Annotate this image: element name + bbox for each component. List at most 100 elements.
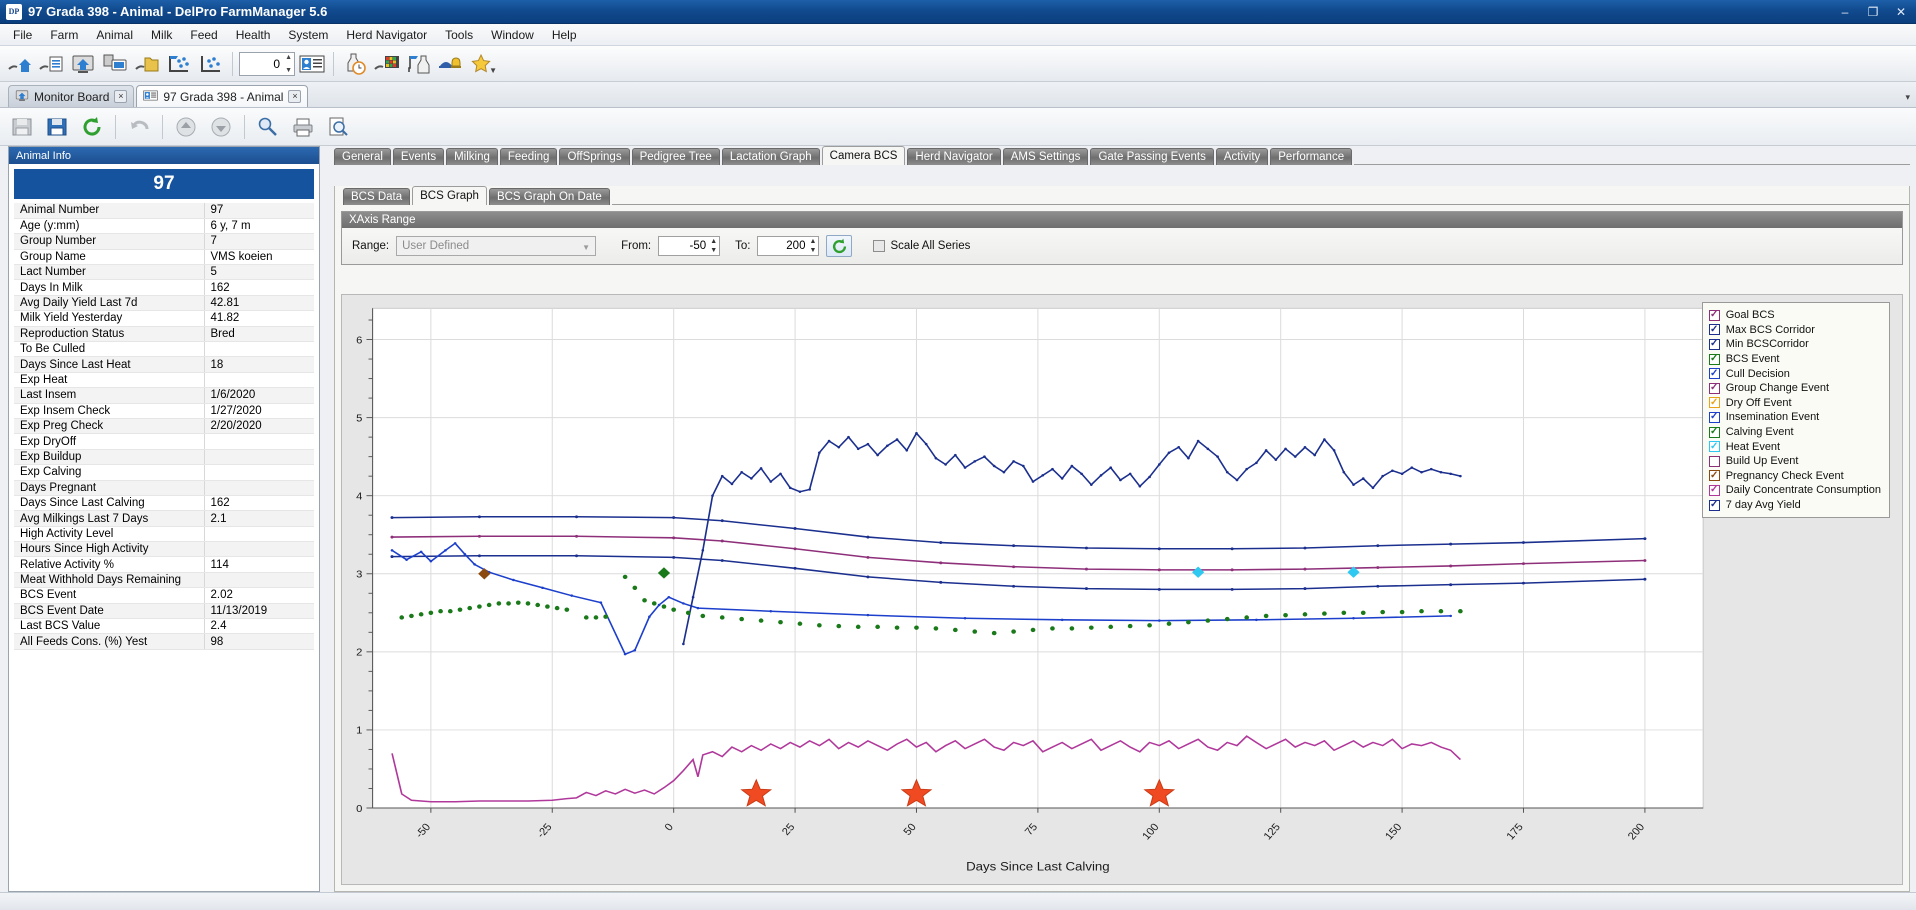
table-row[interactable]: Age (y:mm)6 y, 7 m bbox=[14, 218, 314, 233]
tab-lactation-graph[interactable]: Lactation Graph bbox=[722, 148, 820, 165]
cow-list-icon[interactable] bbox=[36, 49, 66, 79]
menu-tools[interactable]: Tools bbox=[436, 25, 482, 45]
legend-checkbox[interactable]: ✓ bbox=[1709, 339, 1720, 350]
table-row[interactable]: BCS Event2.02 bbox=[14, 588, 314, 603]
legend-item[interactable]: Build Up Event bbox=[1709, 454, 1881, 469]
legend-item[interactable]: ✓Min BCSCorridor bbox=[1709, 337, 1881, 352]
table-row[interactable]: Group Number7 bbox=[14, 234, 314, 249]
chevron-down-icon[interactable]: ▾ bbox=[1905, 92, 1910, 103]
legend-checkbox[interactable]: ✓ bbox=[1709, 485, 1720, 496]
tab-camera-bcs[interactable]: Camera BCS bbox=[822, 146, 906, 165]
print-icon[interactable] bbox=[287, 111, 319, 143]
table-row[interactable]: Exp Calving bbox=[14, 465, 314, 480]
up-arrow-icon[interactable] bbox=[170, 111, 202, 143]
computer-icon[interactable] bbox=[100, 49, 130, 79]
legend-item[interactable]: ✓Daily Concentrate Consumption bbox=[1709, 483, 1881, 498]
refresh-button[interactable] bbox=[826, 235, 852, 257]
tab-milking[interactable]: Milking bbox=[446, 148, 498, 165]
close-icon[interactable]: × bbox=[114, 90, 127, 103]
table-row[interactable]: Exp DryOff bbox=[14, 434, 314, 449]
close-icon[interactable]: × bbox=[288, 90, 301, 103]
subtab-bcs-data[interactable]: BCS Data bbox=[343, 188, 410, 205]
to-stepper[interactable]: ▲▼ bbox=[810, 238, 817, 254]
bell-hat-icon[interactable] bbox=[436, 49, 466, 79]
color-grid-cow-icon[interactable] bbox=[372, 49, 402, 79]
table-row[interactable]: Days Since Last Heat18 bbox=[14, 357, 314, 372]
legend-checkbox[interactable]: ✓ bbox=[1709, 310, 1720, 321]
legend-checkbox[interactable]: ✓ bbox=[1709, 383, 1720, 394]
table-row[interactable]: Last BCS Value2.4 bbox=[14, 619, 314, 634]
legend-item[interactable]: ✓Calving Event bbox=[1709, 425, 1881, 440]
menu-farm[interactable]: Farm bbox=[41, 25, 87, 45]
menu-help[interactable]: Help bbox=[543, 25, 586, 45]
menu-file[interactable]: File bbox=[4, 25, 41, 45]
star-favorites-icon[interactable]: ▼ bbox=[468, 49, 498, 79]
home-cow-icon[interactable] bbox=[4, 49, 34, 79]
range-select[interactable]: User Defined ▼ bbox=[396, 236, 596, 256]
table-row[interactable]: Exp Heat bbox=[14, 372, 314, 387]
tab-feeding[interactable]: Feeding bbox=[500, 148, 558, 165]
table-row[interactable]: Relative Activity %114 bbox=[14, 557, 314, 572]
tab-herd-navigator[interactable]: Herd Navigator bbox=[907, 148, 1000, 165]
table-row[interactable]: Group NameVMS koeien bbox=[14, 249, 314, 264]
table-row[interactable]: Last Insem1/6/2020 bbox=[14, 388, 314, 403]
menu-window[interactable]: Window bbox=[482, 25, 543, 45]
close-button[interactable]: ✕ bbox=[1888, 2, 1914, 22]
legend-checkbox[interactable]: ✓ bbox=[1709, 470, 1720, 481]
legend-item[interactable]: ✓Goal BCS bbox=[1709, 308, 1881, 323]
legend-checkbox[interactable]: ✓ bbox=[1709, 412, 1720, 423]
table-row[interactable]: Milk Yield Yesterday41.82 bbox=[14, 311, 314, 326]
menu-milk[interactable]: Milk bbox=[142, 25, 181, 45]
table-row[interactable]: BCS Event Date11/13/2019 bbox=[14, 603, 314, 618]
tab-events[interactable]: Events bbox=[393, 148, 444, 165]
table-row[interactable]: All Feeds Cons. (%) Yest98 bbox=[14, 634, 314, 649]
subtab-bcs-graph-on-date[interactable]: BCS Graph On Date bbox=[489, 188, 610, 205]
table-row[interactable]: To Be Culled bbox=[14, 342, 314, 357]
home-screen-icon[interactable] bbox=[68, 49, 98, 79]
refresh-icon[interactable] bbox=[76, 111, 108, 143]
legend-checkbox[interactable]: ✓ bbox=[1709, 441, 1720, 452]
legend-item[interactable]: ✓BCS Event bbox=[1709, 352, 1881, 367]
menu-health[interactable]: Health bbox=[227, 25, 280, 45]
down-arrow-icon[interactable] bbox=[205, 111, 237, 143]
tab-offsprings[interactable]: OffSprings bbox=[559, 148, 629, 165]
scale-all-series-checkbox[interactable]: Scale All Series bbox=[873, 240, 970, 252]
from-input[interactable]: -50 ▲▼ bbox=[658, 236, 720, 256]
table-row[interactable]: Exp Insem Check1/27/2020 bbox=[14, 403, 314, 418]
save-all-icon[interactable] bbox=[41, 111, 73, 143]
bcs-chart[interactable]: 0123456-50-250255075100125150175200Days … bbox=[341, 294, 1903, 885]
legend-item[interactable]: ✓Group Change Event bbox=[1709, 381, 1881, 396]
minimize-button[interactable]: – bbox=[1832, 2, 1858, 22]
legend-item[interactable]: ✓Max BCS Corridor bbox=[1709, 323, 1881, 338]
legend-checkbox[interactable] bbox=[1709, 456, 1720, 467]
subtab-bcs-graph[interactable]: BCS Graph bbox=[412, 186, 487, 205]
legend-item[interactable]: ✓Dry Off Event bbox=[1709, 396, 1881, 411]
legend-item[interactable]: ✓Insemination Event bbox=[1709, 410, 1881, 425]
table-row[interactable]: Hours Since High Activity bbox=[14, 542, 314, 557]
menu-herd-navigator[interactable]: Herd Navigator bbox=[337, 25, 436, 45]
table-row[interactable]: Exp Preg Check2/20/2020 bbox=[14, 418, 314, 433]
table-row[interactable]: Avg Milkings Last 7 Days2.1 bbox=[14, 511, 314, 526]
tab-gate-passing-events[interactable]: Gate Passing Events bbox=[1090, 148, 1213, 165]
undo-icon[interactable] bbox=[123, 111, 155, 143]
menu-feed[interactable]: Feed bbox=[181, 25, 226, 45]
save-icon[interactable] bbox=[6, 111, 38, 143]
legend-item[interactable]: ✓Cull Decision bbox=[1709, 366, 1881, 381]
animal-card-icon[interactable] bbox=[297, 49, 327, 79]
table-row[interactable]: Reproduction StatusBred bbox=[14, 326, 314, 341]
legend-item[interactable]: ✓Pregnancy Check Event bbox=[1709, 469, 1881, 484]
legend-item[interactable]: ✓Heat Event bbox=[1709, 439, 1881, 454]
scatter-flag-icon[interactable] bbox=[164, 49, 194, 79]
tab-activity[interactable]: Activity bbox=[1216, 148, 1268, 165]
animal-number-spinner[interactable]: 0 ▲▼ bbox=[239, 52, 295, 76]
doctab-monitor-board[interactable]: Monitor Board × bbox=[8, 85, 134, 107]
legend-checkbox[interactable]: ✓ bbox=[1709, 500, 1720, 511]
legend-checkbox[interactable]: ✓ bbox=[1709, 368, 1720, 379]
scatter-axis-icon[interactable] bbox=[196, 49, 226, 79]
to-input[interactable]: 200 ▲▼ bbox=[757, 236, 819, 256]
legend-checkbox[interactable]: ✓ bbox=[1709, 397, 1720, 408]
legend-checkbox[interactable]: ✓ bbox=[1709, 354, 1720, 365]
table-row[interactable]: High Activity Level bbox=[14, 526, 314, 541]
tab-ams-settings[interactable]: AMS Settings bbox=[1003, 148, 1089, 165]
table-row[interactable]: Days Pregnant bbox=[14, 480, 314, 495]
